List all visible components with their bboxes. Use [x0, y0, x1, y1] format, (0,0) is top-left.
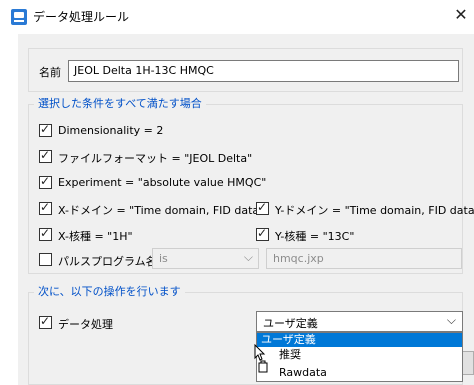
method-option-user-defined[interactable]: ユーザ定義 [257, 333, 462, 347]
dimensionality-label: Dimensionality = 2 [58, 124, 164, 137]
method-option-rawdata[interactable]: Rawdata [257, 365, 462, 381]
y-domain-checkbox[interactable] [256, 200, 269, 215]
dimensionality-checkbox[interactable] [39, 122, 52, 137]
x-nucleus-checkbox[interactable] [39, 226, 52, 241]
x-domain-label: X-ドメイン = "Time domain, FID data" [58, 204, 265, 217]
file-format-checkbox[interactable] [39, 148, 52, 163]
chevron-down-icon: ⌵ [243, 250, 253, 264]
pulse-program-input[interactable]: hmqc.jxp [266, 248, 462, 269]
x-nucleus-label: X-核種 = "1H" [58, 230, 133, 243]
pulse-operator-value: is [159, 252, 168, 265]
pulse-program-checkbox[interactable] [39, 253, 52, 266]
data-processing-label: データ処理 [58, 318, 113, 331]
app-icon [11, 9, 27, 25]
experiment-checkbox[interactable] [39, 174, 52, 189]
processing-method-dropdown: ユーザ定義 推奨 Rawdata [256, 332, 463, 382]
data-processing-checkbox[interactable] [39, 314, 52, 329]
y-nucleus-checkbox[interactable] [256, 226, 269, 241]
x-domain-checkbox[interactable] [39, 200, 52, 215]
conditions-group-title: 選択した条件をすべて満たす場合 [34, 97, 206, 111]
window-title: データ処理ルール [33, 10, 130, 24]
pulse-program-label: パルスプログラム名 [58, 255, 157, 268]
pulse-operator-select[interactable]: is ⌵ [152, 248, 259, 269]
file-format-label: ファイルフォーマット = "JEOL Delta" [58, 152, 253, 165]
actions-group-title: 次に、以下の操作を行います [34, 285, 185, 299]
experiment-label: Experiment = "absolute value HMQC" [58, 176, 267, 189]
close-icon[interactable]: ✕ [450, 4, 472, 26]
method-option-recommended[interactable]: 推奨 [257, 347, 462, 363]
chevron-down-icon: ⌵ [446, 313, 456, 327]
name-input[interactable]: JEOL Delta 1H-13C HMQC [68, 60, 459, 82]
title-bar: データ処理ルール ✕ [0, 0, 474, 34]
processing-method-select[interactable]: ユーザ定義 ⌵ [256, 311, 463, 332]
name-label: 名前 [39, 66, 61, 79]
processing-method-value: ユーザ定義 [263, 317, 318, 330]
mouse-cursor-icon [254, 344, 268, 373]
y-nucleus-label: Y-核種 = "13C" [275, 230, 355, 243]
y-domain-label: Y-ドメイン = "Time domain, FID data" [275, 204, 474, 217]
